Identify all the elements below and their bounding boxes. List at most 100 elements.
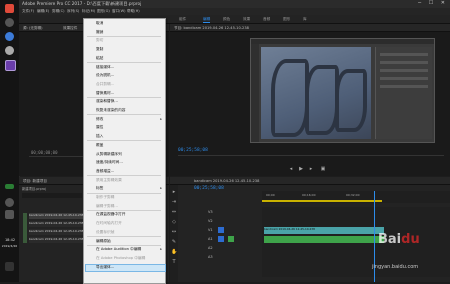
app-icon-3[interactable] bbox=[5, 32, 14, 41]
menu-separator bbox=[87, 35, 161, 37]
project-tab[interactable]: 项目: 新建项目 bbox=[23, 179, 47, 184]
clock-time: 18:42 bbox=[4, 238, 16, 242]
slip-tool-icon[interactable]: ↔ bbox=[171, 229, 177, 235]
context-menu-item[interactable]: 禁用主剪辑效果 bbox=[96, 178, 122, 183]
context-menu-item[interactable]: 标签 bbox=[96, 186, 103, 191]
context-menu-item[interactable]: 制作子剪辑 bbox=[96, 195, 114, 200]
context-menu-item[interactable]: 覆盖 bbox=[96, 143, 103, 148]
context-menu-item[interactable]: 在时间轴内打开 bbox=[96, 221, 122, 226]
track-select-icon[interactable]: ⇥ bbox=[171, 199, 177, 205]
context-menu-item[interactable]: 粘贴 bbox=[96, 56, 103, 61]
menu-graphics[interactable]: 图形(G) bbox=[97, 9, 110, 14]
project-search-input[interactable] bbox=[22, 193, 82, 198]
track-lanes[interactable]: bandicam 2019-04-26 12-45-10-238 bbox=[262, 207, 450, 277]
razor-tool-icon[interactable]: ◇ bbox=[171, 219, 177, 225]
effects-controls-tab[interactable]: 效果控件 bbox=[63, 26, 77, 31]
context-menu-item[interactable]: 取消 bbox=[96, 21, 103, 26]
track-solo-toggle[interactable] bbox=[228, 236, 234, 242]
context-menu-item[interactable]: 恢复未渲染的内容 bbox=[96, 108, 126, 113]
program-tab[interactable]: 节目: bandicam 2019-04-26 12-45-10-238 bbox=[174, 26, 249, 31]
workspace-assembly[interactable]: 组件 bbox=[179, 17, 186, 22]
context-menu-item[interactable]: 复制 bbox=[96, 47, 103, 52]
context-menu-item[interactable]: 撤销 bbox=[96, 30, 103, 35]
track-label-v3[interactable]: V3 bbox=[208, 210, 213, 214]
app-icon-1[interactable] bbox=[5, 4, 14, 13]
video-clip-v1[interactable]: bandicam 2019-04-26 12-45-10-238 bbox=[264, 227, 384, 234]
project-file-row[interactable]: bandicam 2019-04-26 12-45-10-238 bbox=[29, 221, 87, 227]
menu-help[interactable]: 帮助(H) bbox=[127, 9, 140, 14]
ripple-edit-icon[interactable]: ⇔ bbox=[171, 209, 177, 215]
window-title: Adobe Premiere Pro CC 2017 - D:\百度下载\新建项… bbox=[22, 1, 142, 6]
context-menu-item[interactable]: 编辑子剪辑... bbox=[96, 204, 118, 209]
play-icon[interactable]: ▶ bbox=[298, 166, 304, 172]
context-menu-item[interactable]: 修改 bbox=[96, 117, 103, 122]
menu-file[interactable]: 文件(F) bbox=[22, 9, 34, 14]
watermark-url: jingyan.baidu.com bbox=[372, 264, 419, 270]
context-menu-item[interactable]: 在源监视器中打开 bbox=[96, 212, 126, 217]
workspace-audio[interactable]: 音频 bbox=[263, 17, 270, 22]
track-label-a2[interactable]: A2 bbox=[208, 246, 213, 250]
pen-tool-icon[interactable]: ✎ bbox=[171, 239, 177, 245]
export-frame-icon[interactable]: ▣ bbox=[320, 166, 326, 172]
video-shape-1 bbox=[271, 59, 309, 137]
context-menu-item[interactable]: 渲染和替换... bbox=[96, 99, 118, 104]
context-menu-item[interactable]: 插入 bbox=[96, 134, 103, 139]
context-menu-item[interactable]: 链接媒体... bbox=[96, 65, 114, 70]
menu-marker[interactable]: 标记(M) bbox=[82, 9, 95, 14]
menu-separator bbox=[87, 96, 161, 98]
track-label-a3[interactable]: A3 bbox=[208, 255, 213, 259]
source-tab[interactable]: 源: (无剪辑) bbox=[23, 26, 43, 31]
menu-clip[interactable]: 剪辑(C) bbox=[52, 9, 65, 14]
project-file-row[interactable]: bandicam 2019-04-26 12-45-10-238 bbox=[29, 229, 87, 235]
hand-tool-icon[interactable]: ✋ bbox=[171, 249, 177, 255]
context-menu-item[interactable]: 导出媒体... bbox=[96, 265, 114, 270]
context-menu-item[interactable]: 在 Adobe Audition 中编辑 bbox=[96, 247, 141, 252]
audio-clip-a1[interactable] bbox=[264, 236, 384, 243]
menu-edit[interactable]: 编辑(E) bbox=[37, 9, 49, 14]
workspace-libraries[interactable]: 库 bbox=[303, 17, 307, 22]
program-scrubber[interactable] bbox=[178, 155, 444, 156]
track-label-v2[interactable]: V2 bbox=[208, 219, 213, 223]
context-menu-item[interactable]: 设为脱机... bbox=[96, 73, 114, 78]
project-file-row[interactable]: bandicam 2019-04-26 12-45-10-238 bbox=[29, 237, 87, 243]
video-prop-row bbox=[380, 69, 428, 72]
timeline-ruler[interactable]: 00;00 00;16;00 00;32;00 bbox=[262, 191, 450, 203]
context-menu-item[interactable]: 剪切 bbox=[96, 38, 103, 43]
app-icon-2[interactable] bbox=[5, 18, 14, 27]
context-menu-item[interactable]: 设置标识帧 bbox=[96, 230, 114, 235]
window-controls[interactable]: ─ ☐ ✕ bbox=[418, 0, 448, 6]
context-menu-item[interactable]: 音频增益... bbox=[96, 169, 114, 174]
workspace-color[interactable]: 颜色 bbox=[223, 17, 230, 22]
watermark-logo: Baidu bbox=[378, 232, 420, 247]
context-menu-item[interactable]: 替换素材... bbox=[96, 91, 114, 96]
file-thumbnail-icon bbox=[23, 213, 27, 243]
timeline-tab[interactable]: bandicam 2019-04-26 12-45-10-238 bbox=[194, 179, 259, 183]
track-label-a1[interactable]: A1 bbox=[208, 237, 213, 241]
context-menu-item[interactable]: 在 Adobe Photoshop 中编辑 bbox=[96, 256, 145, 261]
video-shape-2 bbox=[305, 65, 339, 135]
context-menu-item[interactable]: 编辑原始 bbox=[96, 239, 111, 244]
type-tool-icon[interactable]: T bbox=[171, 259, 177, 265]
track-label-v1[interactable]: V1 bbox=[208, 228, 213, 232]
menu-window[interactable]: 窗口(W) bbox=[112, 9, 126, 14]
notification-icon[interactable] bbox=[5, 262, 14, 271]
step-forward-icon[interactable]: ▸ bbox=[308, 166, 314, 172]
context-menu-item[interactable]: 属性 bbox=[96, 125, 103, 130]
menu-sequence[interactable]: 序列(S) bbox=[67, 9, 79, 14]
step-back-icon[interactable]: ◂ bbox=[288, 166, 294, 172]
network-icon[interactable] bbox=[5, 198, 14, 207]
work-area-bar[interactable] bbox=[262, 200, 382, 202]
context-menu-item[interactable]: 合并剪辑... bbox=[96, 82, 114, 87]
selection-tool-icon[interactable]: ▸ bbox=[171, 189, 177, 195]
project-file-row[interactable]: bandicam 2019-04-26 12-45-10-238 bbox=[29, 213, 87, 219]
context-menu-item[interactable]: 从剪辑新建序列 bbox=[96, 152, 122, 157]
premiere-icon[interactable] bbox=[5, 60, 16, 71]
workspace-effects[interactable]: 效果 bbox=[243, 17, 250, 22]
app-icon-4[interactable] bbox=[5, 46, 14, 55]
workspace-graphics[interactable]: 图形 bbox=[283, 17, 290, 22]
workspace-editing[interactable]: 编辑 bbox=[203, 17, 211, 23]
context-menu-item[interactable]: 速度/持续时间... bbox=[96, 160, 123, 165]
volume-icon[interactable] bbox=[5, 210, 14, 219]
track-target-toggle[interactable] bbox=[218, 227, 224, 233]
track-target-toggle[interactable] bbox=[218, 236, 224, 242]
